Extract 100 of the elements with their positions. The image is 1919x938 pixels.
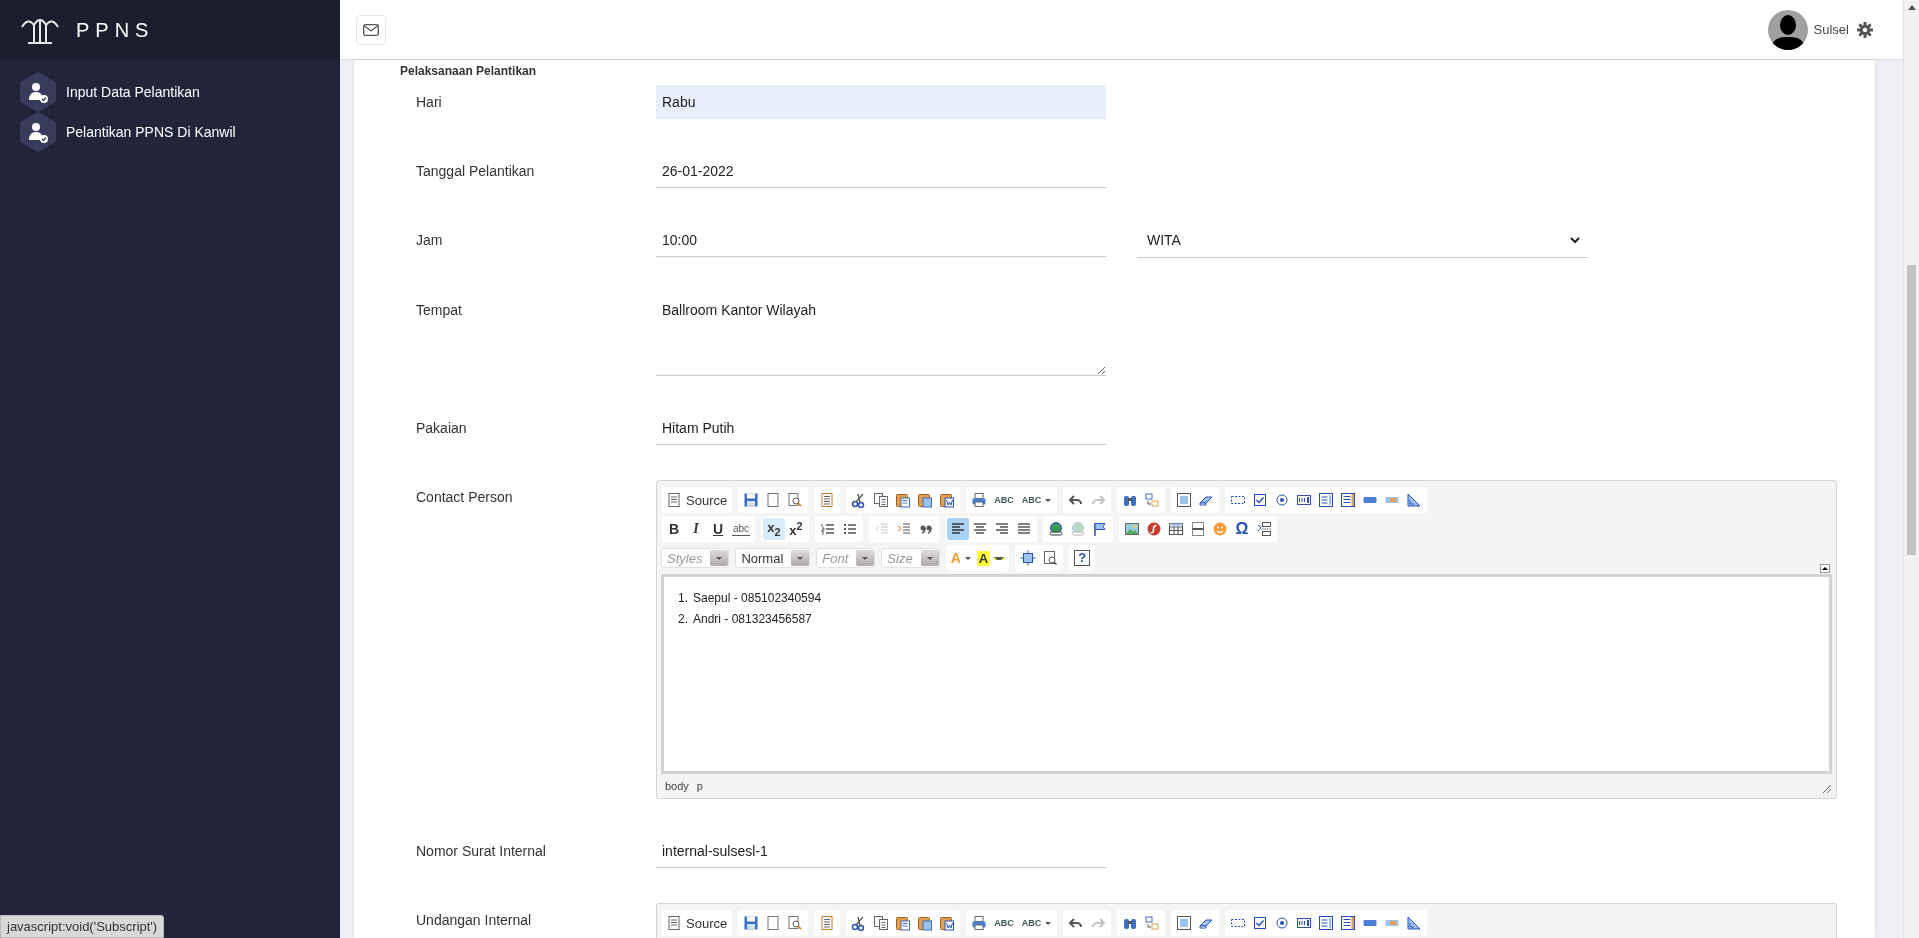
document-button[interactable]: Source	[663, 912, 731, 934]
show-blocks-icon	[1042, 550, 1059, 566]
list-box-icon	[1340, 915, 1357, 931]
checkbox-icon	[1252, 915, 1269, 931]
element-path-link[interactable]: p	[696, 780, 703, 794]
chevron-down-icon	[1570, 236, 1580, 244]
align-right-icon	[994, 521, 1010, 537]
printer-icon	[971, 915, 988, 931]
replace-icon	[1144, 492, 1161, 508]
magnifier-page-icon	[787, 492, 804, 508]
field-label: Pakaian	[416, 419, 468, 436]
omega-button[interactable]: Ω	[1231, 518, 1253, 540]
bold-button[interactable]: B	[663, 518, 685, 540]
select-all-icon	[1176, 915, 1193, 931]
field-label: Jam	[416, 231, 444, 248]
script-button[interactable]: x$_{2}$	[763, 518, 785, 540]
outdent-icon	[874, 521, 890, 537]
italic-button[interactable]: I	[685, 518, 707, 540]
sidebar-item[interactable]: Input Data Pelantikan	[20, 72, 340, 112]
list-number: 2.	[678, 612, 688, 626]
clipboard-icon	[917, 915, 934, 931]
list-box-icon	[1340, 492, 1357, 508]
resize-grip-icon[interactable]	[1822, 784, 1832, 794]
strike-button[interactable]: abc	[729, 518, 753, 540]
field-label: Tanggal Pelantikan	[416, 162, 536, 179]
element-path-link[interactable]: body	[665, 780, 689, 794]
ruler-page-icon	[1406, 915, 1423, 931]
bgcolor-button[interactable]: A	[973, 547, 1008, 569]
brand-name: PPNS	[76, 18, 155, 42]
settings-icon[interactable]	[1857, 21, 1873, 38]
list-item: Saepul - 085102340594	[693, 591, 822, 605]
spellcheck-button[interactable]: ABC	[990, 912, 1018, 934]
list-number: 1.	[678, 591, 688, 605]
timezone-select[interactable]: WITA	[1137, 223, 1588, 258]
copy-icon	[873, 492, 890, 508]
script-button[interactable]: x$^{2}$	[785, 518, 807, 540]
replace-icon	[1144, 915, 1161, 931]
document-button[interactable]: Source	[663, 489, 731, 511]
clipboard-icon	[895, 915, 912, 931]
indent-icon	[896, 521, 912, 537]
spellcheck-menu-button[interactable]: ABC	[1017, 489, 1056, 511]
dropdown[interactable]: Normal	[735, 548, 811, 568]
field-label: Contact Person	[416, 488, 514, 505]
align-left-icon	[950, 521, 966, 537]
rich-text-editor[interactable]: Source ABC ABC	[656, 903, 1837, 938]
clipboard-icon	[939, 915, 956, 931]
magnifier-page-icon	[787, 915, 804, 931]
printer-icon	[971, 492, 988, 508]
user-name: Sulsel	[1813, 22, 1849, 37]
copy-icon	[873, 915, 890, 931]
align-left-button[interactable]	[947, 518, 969, 540]
spellcheck-button[interactable]: ABC	[990, 489, 1018, 511]
maximize-icon	[1020, 550, 1037, 566]
page-break-icon	[1256, 521, 1272, 537]
text-field-icon	[1296, 492, 1313, 508]
editor-content-area[interactable]: 1. Saepul - 085102340594 2. Andri - 081323456587	[661, 574, 1832, 774]
document-icon	[666, 492, 682, 508]
table-icon	[1168, 521, 1184, 537]
ruler-page-icon	[1406, 492, 1423, 508]
rich-text-editor[interactable]: Source ABC ABC B I U abc x$_{2}$ x$^{2}$ Ω Styles Normal Font Size A A ? 1. Saepul - 085102340594 2. Andri - 081323456587 body p	[656, 480, 1837, 799]
scrollbar[interactable]	[1903, 0, 1919, 938]
blank-page-icon	[765, 915, 782, 931]
document-icon	[666, 915, 682, 931]
link-icon	[1048, 521, 1064, 537]
sidebar-item[interactable]: Pelantikan PPNS Di Kanwil	[20, 112, 340, 152]
numbered-list-icon	[820, 521, 836, 537]
spellcheck-menu-button[interactable]: ABC	[1017, 912, 1056, 934]
list-item: Andri - 081323456587	[693, 612, 812, 626]
field-label: Nomor Surat Internal	[416, 842, 547, 859]
collapse-toolbar-button[interactable]	[1820, 564, 1830, 573]
mail-button[interactable]	[356, 14, 386, 45]
field-label: Undangan Internal	[416, 911, 533, 928]
clipboard-icon	[895, 492, 912, 508]
section-title: Pelaksanaan Pelantikan	[400, 64, 538, 78]
justify-icon	[1016, 521, 1032, 537]
user-check-icon	[20, 72, 56, 112]
flag-icon	[1092, 521, 1108, 537]
text-field-icon	[1296, 915, 1313, 931]
field-label: Hari	[416, 93, 443, 110]
select-all-icon	[1176, 492, 1193, 508]
text-field[interactable]: Rabu	[656, 85, 1106, 119]
flash-icon	[1146, 521, 1162, 537]
clipboard-icon	[917, 492, 934, 508]
envelope-icon	[363, 23, 379, 36]
status-tooltip: javascript:void('Subscript')	[0, 915, 165, 938]
page-lines-icon	[819, 492, 836, 508]
user-check-icon	[20, 112, 56, 152]
align-center-icon	[972, 521, 988, 537]
checkbox-icon	[1252, 492, 1269, 508]
text-area-icon	[1318, 492, 1335, 508]
radio-icon	[1274, 915, 1291, 931]
blank-page-icon	[765, 492, 782, 508]
unlink-icon	[1070, 521, 1086, 537]
avatar-icon[interactable]	[1767, 9, 1808, 50]
field-label: Tempat	[416, 301, 463, 318]
underline-button[interactable]: U	[707, 518, 729, 540]
page-lines-icon	[819, 915, 836, 931]
text-area-icon	[1318, 915, 1335, 931]
clipboard-icon	[939, 492, 956, 508]
picture-icon	[1124, 521, 1140, 537]
